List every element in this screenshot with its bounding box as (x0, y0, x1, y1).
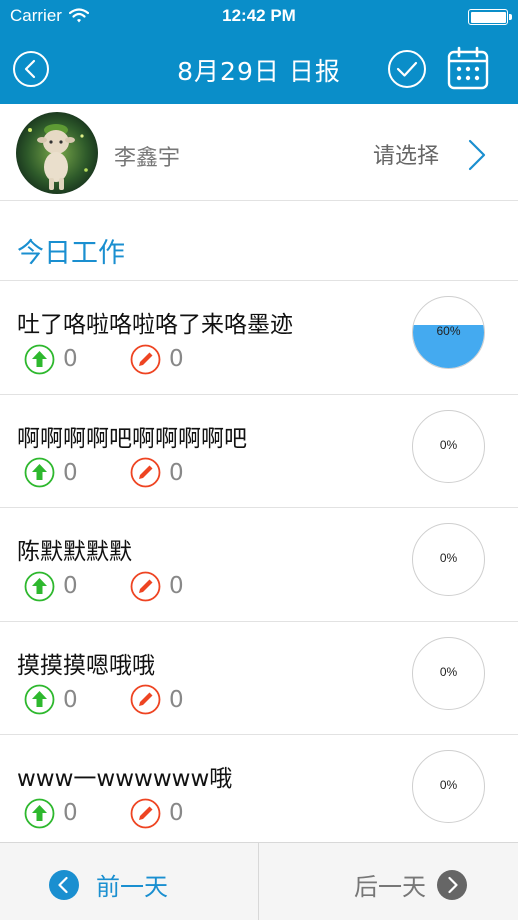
progress-indicator: 0% (412, 636, 485, 710)
task-row[interactable]: 陈默默默默 0 0 0% (0, 508, 518, 622)
select-label[interactable]: 请选择 (373, 138, 439, 170)
edit-count: 0 (169, 573, 184, 599)
edit-count: 0 (169, 459, 184, 486)
upload-count: 0 (63, 459, 78, 486)
upload-stat[interactable]: 0 (24, 343, 78, 375)
task-row[interactable]: 吐了咯啦咯啦咯了来咯墨迹 0 0 60% (0, 281, 518, 395)
edit-count: 0 (169, 800, 184, 826)
upload-count: 0 (63, 346, 78, 372)
edit-count: 0 (169, 686, 184, 713)
task-row[interactable]: 摸摸摸嗯哦哦 0 0 0% (0, 621, 518, 735)
user-name: 李鑫宇 (114, 146, 181, 171)
upload-count: 0 (63, 800, 78, 826)
edit-stat[interactable]: 0 (130, 797, 184, 829)
previous-day-label: 前一天 (96, 873, 168, 901)
task-row[interactable]: www一wwwwww哦 0 0 0% (0, 735, 518, 849)
edit-stat[interactable]: 0 (130, 457, 184, 489)
task-title: 吐了咯啦咯啦咯了来咯墨迹 (17, 312, 293, 338)
arrow-up-circle-icon (24, 457, 55, 488)
task-title: 啊啊啊啊吧啊啊啊啊吧 (17, 425, 247, 452)
upload-count: 0 (63, 686, 78, 713)
progress-indicator: 0% (412, 523, 485, 596)
next-day-button[interactable]: 后一天 (354, 867, 468, 902)
chevron-left-circle-icon (49, 869, 79, 900)
bottom-bar: 前一天 后一天 (0, 842, 518, 920)
next-day-label: 后一天 (354, 873, 426, 901)
pencil-circle-icon (130, 344, 161, 374)
bottom-divider (258, 843, 259, 920)
edit-count: 0 (169, 346, 184, 372)
upload-stat[interactable]: 0 (24, 684, 78, 716)
progress-label: 0% (439, 437, 458, 452)
progress-label: 60% (436, 324, 461, 338)
battery-icon (468, 9, 512, 25)
page-title: 8月29日 日报 (177, 57, 341, 86)
confirm-button[interactable] (387, 49, 427, 89)
progress-indicator: 60% (412, 296, 485, 369)
task-row[interactable]: 啊啊啊啊吧啊啊啊啊吧 0 0 0% (0, 394, 518, 508)
pencil-circle-icon (130, 684, 161, 715)
section-title: 今日工作 (17, 238, 125, 269)
pencil-circle-icon (130, 571, 161, 601)
task-title: www一wwwwww哦 (17, 766, 233, 792)
top-bar: Carrier 12:42 PM 8月29日 日报 (0, 0, 518, 104)
previous-day-button[interactable]: 前一天 (48, 867, 168, 902)
arrow-up-circle-icon (24, 798, 55, 828)
pencil-circle-icon (130, 457, 161, 488)
progress-indicator: 0% (412, 409, 485, 483)
task-title: 陈默默默默 (17, 539, 132, 565)
task-title: 摸摸摸嗯哦哦 (17, 652, 155, 679)
task-list: 吐了咯啦咯啦咯了来咯墨迹 0 0 60% 啊啊啊啊吧啊啊啊啊吧 0 0 0% 陈… (0, 281, 518, 849)
progress-label: 0% (439, 778, 458, 792)
pencil-circle-icon (130, 798, 161, 828)
upload-stat[interactable]: 0 (24, 457, 78, 489)
avatar (16, 112, 98, 194)
chevron-right-circle-icon (437, 869, 467, 900)
section-header: 今日工作 (0, 201, 518, 281)
upload-stat[interactable]: 0 (24, 797, 78, 829)
arrow-up-circle-icon (24, 684, 55, 715)
chevron-right-icon[interactable] (466, 138, 488, 172)
upload-stat[interactable]: 0 (24, 570, 78, 602)
upload-count: 0 (63, 573, 78, 599)
status-bar: Carrier 12:42 PM (0, 0, 518, 34)
edit-stat[interactable]: 0 (130, 684, 184, 716)
edit-stat[interactable]: 0 (130, 343, 184, 375)
progress-indicator: 0% (412, 750, 485, 823)
profile-row[interactable]: 李鑫宇 请选择 (0, 104, 518, 201)
arrow-up-circle-icon (24, 571, 55, 601)
progress-label: 0% (439, 664, 458, 679)
arrow-up-circle-icon (24, 344, 55, 374)
edit-stat[interactable]: 0 (130, 570, 184, 602)
calendar-button[interactable] (447, 46, 489, 90)
status-time: 12:42 PM (222, 6, 296, 25)
nav-bar: 8月29日 日报 (0, 34, 518, 104)
progress-label: 0% (439, 551, 458, 565)
